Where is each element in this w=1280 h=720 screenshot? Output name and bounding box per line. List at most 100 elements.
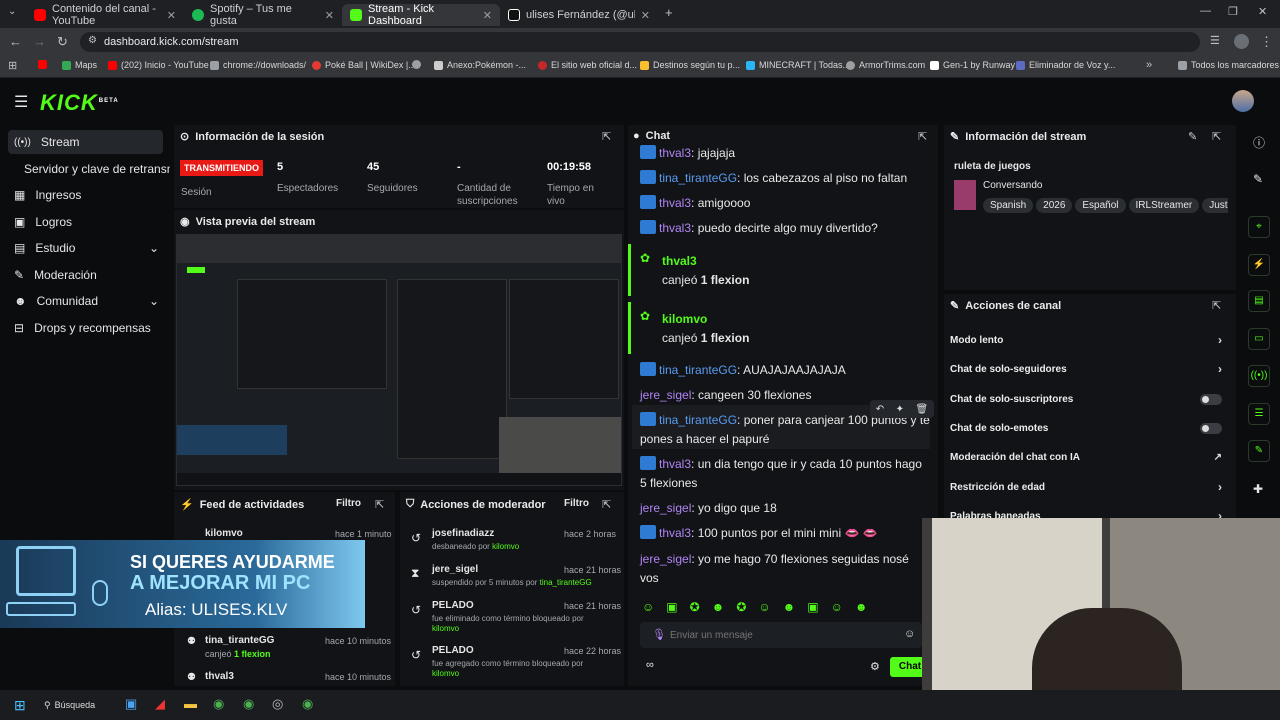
- browser-tab-youtube[interactable]: Contenido del canal - YouTube ✕: [26, 3, 184, 27]
- sidebar-item-ingresos[interactable]: ▦ Ingresos: [8, 183, 163, 207]
- kick-logo[interactable]: KICKBETA: [40, 90, 119, 116]
- microphone-icon[interactable]: 🎙: [652, 628, 666, 641]
- redeem-user[interactable]: kilomvo: [662, 312, 707, 326]
- tag-chip[interactable]: Spanish: [983, 198, 1034, 213]
- chat-message[interactable]: thval3: jajajaja: [640, 144, 930, 163]
- bookmark-item[interactable]: Destinos según tu p...: [640, 60, 740, 70]
- add-widget-icon[interactable]: ✚: [1253, 482, 1263, 496]
- chat-message[interactable]: thval3: un dia tengo que ir y cada 10 pu…: [640, 455, 930, 493]
- tab-list-icon[interactable]: ⌄: [8, 6, 16, 17]
- chat-message-input[interactable]: [670, 626, 890, 644]
- bookmark-item[interactable]: (202) Inicio - YouTube: [108, 60, 209, 70]
- sidebar-item-server-key[interactable]: Servidor y clave de retransmisión: [18, 157, 170, 181]
- sidebar-item-estudio[interactable]: ▤ Estudio ⌄: [8, 236, 163, 260]
- task-view-icon[interactable]: ▣: [125, 696, 137, 712]
- stack-icon[interactable]: ☰: [1248, 403, 1270, 425]
- emote-icon[interactable]: ☺: [758, 600, 770, 616]
- chat-message[interactable]: thval3: amigoooo: [640, 194, 930, 213]
- slow-mode-row[interactable]: Modo lento ›: [950, 330, 1230, 350]
- tag-chip[interactable]: 2026: [1036, 198, 1073, 213]
- close-icon[interactable]: ✕: [167, 9, 176, 22]
- bookmark-item[interactable]: [412, 60, 421, 69]
- chat-username[interactable]: thval3: [659, 146, 691, 160]
- edit-pencil-icon[interactable]: ✎: [1188, 130, 1197, 143]
- sidebar-item-drops[interactable]: ⊟ Drops y recompensas: [8, 316, 163, 340]
- followers-only-row[interactable]: Chat de solo-seguidores ›: [950, 359, 1230, 379]
- bookmark-item[interactable]: [38, 60, 47, 69]
- site-info-icon[interactable]: ⚙: [88, 35, 97, 46]
- chrome-icon[interactable]: ◉: [213, 696, 224, 712]
- user-avatar[interactable]: [1232, 90, 1254, 112]
- all-bookmarks-button[interactable]: Todos los marcadores: [1178, 60, 1279, 70]
- taskbar-search[interactable]: ⚲ Búsqueda: [44, 695, 114, 715]
- expand-icon[interactable]: ⇱: [375, 498, 384, 511]
- chat-username[interactable]: tina_tiranteGG: [659, 363, 737, 377]
- emote-icon[interactable]: ☺: [831, 600, 843, 616]
- reload-icon[interactable]: ↻: [57, 34, 68, 50]
- app-icon[interactable]: ◢: [155, 696, 165, 712]
- broadcast-icon[interactable]: ((•)): [1248, 365, 1270, 387]
- bookmark-item[interactable]: El sitio web oficial d...: [538, 60, 637, 70]
- chat-username[interactable]: jere_sigel: [640, 388, 691, 402]
- emote-icon[interactable]: ✪: [690, 600, 700, 616]
- chat-bubble-icon[interactable]: ▭: [1248, 328, 1270, 350]
- tag-chip[interactable]: Español: [1075, 198, 1126, 213]
- delete-icon[interactable]: 🗑: [916, 404, 929, 415]
- hamburger-menu-icon[interactable]: ☰: [14, 92, 28, 112]
- expand-icon[interactable]: ⇱: [918, 130, 927, 143]
- emote-icon[interactable]: ▣: [666, 600, 677, 616]
- minimize-icon[interactable]: —: [1200, 5, 1211, 17]
- emote-icon[interactable]: ✪: [736, 600, 746, 616]
- chat-message[interactable]: tina_tiranteGG: AUAJAJAAJAJAJA: [640, 361, 930, 380]
- info-icon[interactable]: ⓘ: [1253, 134, 1265, 151]
- bookmark-item[interactable]: chrome://downloads/: [210, 60, 306, 70]
- chat-message[interactable]: thval3: puedo decirte algo muy divertido…: [640, 219, 930, 238]
- wrench-icon[interactable]: ✎: [1248, 440, 1270, 462]
- bolt-icon[interactable]: ⚡: [1248, 254, 1270, 276]
- apps-grid-icon[interactable]: ⊞: [8, 59, 17, 72]
- chat-message[interactable]: jere_sigel: yo digo que 18: [640, 499, 930, 518]
- chat-username[interactable]: thval3: [659, 526, 691, 540]
- tag-chip[interactable]: IRLStreamer: [1128, 198, 1200, 213]
- obs-icon[interactable]: ◎: [272, 696, 283, 712]
- bookmark-item[interactable]: ArmorTrims.com: [846, 60, 925, 70]
- chat-message[interactable]: tina_tiranteGG: los cabezazos al piso no…: [640, 169, 930, 188]
- emotes-only-toggle[interactable]: [1200, 422, 1222, 434]
- chat-username[interactable]: thval3: [659, 221, 691, 235]
- close-icon[interactable]: ✕: [483, 9, 492, 22]
- bookmark-item[interactable]: Eliminador de Voz y...: [1016, 60, 1115, 70]
- chat-message[interactable]: jere_sigel: yo me hago 70 flexiones segu…: [640, 550, 930, 588]
- bookmark-item[interactable]: Maps: [62, 60, 97, 70]
- redeem-user[interactable]: thval3: [662, 254, 697, 268]
- chat-username[interactable]: tina_tiranteGG: [659, 413, 737, 427]
- chat-username[interactable]: thval3: [659, 457, 691, 471]
- subscribers-only-toggle[interactable]: [1200, 393, 1222, 405]
- profile-avatar[interactable]: [1234, 34, 1249, 49]
- sidebar-item-stream[interactable]: ((•)) Stream: [8, 130, 163, 154]
- maximize-icon[interactable]: ❐: [1228, 5, 1238, 18]
- url-field[interactable]: dashboard.kick.com/stream: [80, 32, 1200, 52]
- emote-icon[interactable]: ☻: [712, 600, 725, 616]
- points-icon[interactable]: ∞: [646, 659, 654, 671]
- close-icon[interactable]: ✕: [325, 9, 334, 22]
- window-close-icon[interactable]: ✕: [1258, 5, 1267, 18]
- chat-username[interactable]: thval3: [659, 196, 691, 210]
- new-tab-icon[interactable]: +: [665, 5, 673, 20]
- close-icon[interactable]: ✕: [641, 9, 650, 22]
- chat-message[interactable]: thval3: 100 puntos por el mini mini 👄 👄: [640, 524, 930, 543]
- feed-filter-button[interactable]: Filtro: [336, 498, 361, 509]
- emote-icon[interactable]: ☺: [642, 600, 654, 616]
- expand-icon[interactable]: ⇱: [602, 130, 611, 143]
- bookmark-item[interactable]: Anexo:Pokémon -...: [434, 60, 526, 70]
- chrome-icon[interactable]: ◉: [302, 696, 313, 712]
- clipboard-icon[interactable]: ▤: [1248, 290, 1270, 312]
- windows-start-icon[interactable]: ⊞: [14, 697, 26, 714]
- more-bookmarks-icon[interactable]: »: [1146, 59, 1152, 71]
- sidebar-item-moderacion[interactable]: ✎ Moderación: [8, 263, 163, 287]
- bookmark-item[interactable]: Gen-1 by Runway: [930, 60, 1015, 70]
- pin-icon[interactable]: ✦: [896, 404, 904, 415]
- emote-icon[interactable]: ▣: [807, 600, 818, 616]
- emote-icon[interactable]: ☻: [783, 600, 796, 616]
- tag-chip[interactable]: JustC: [1202, 198, 1228, 213]
- expand-icon[interactable]: ⇱: [1212, 299, 1221, 312]
